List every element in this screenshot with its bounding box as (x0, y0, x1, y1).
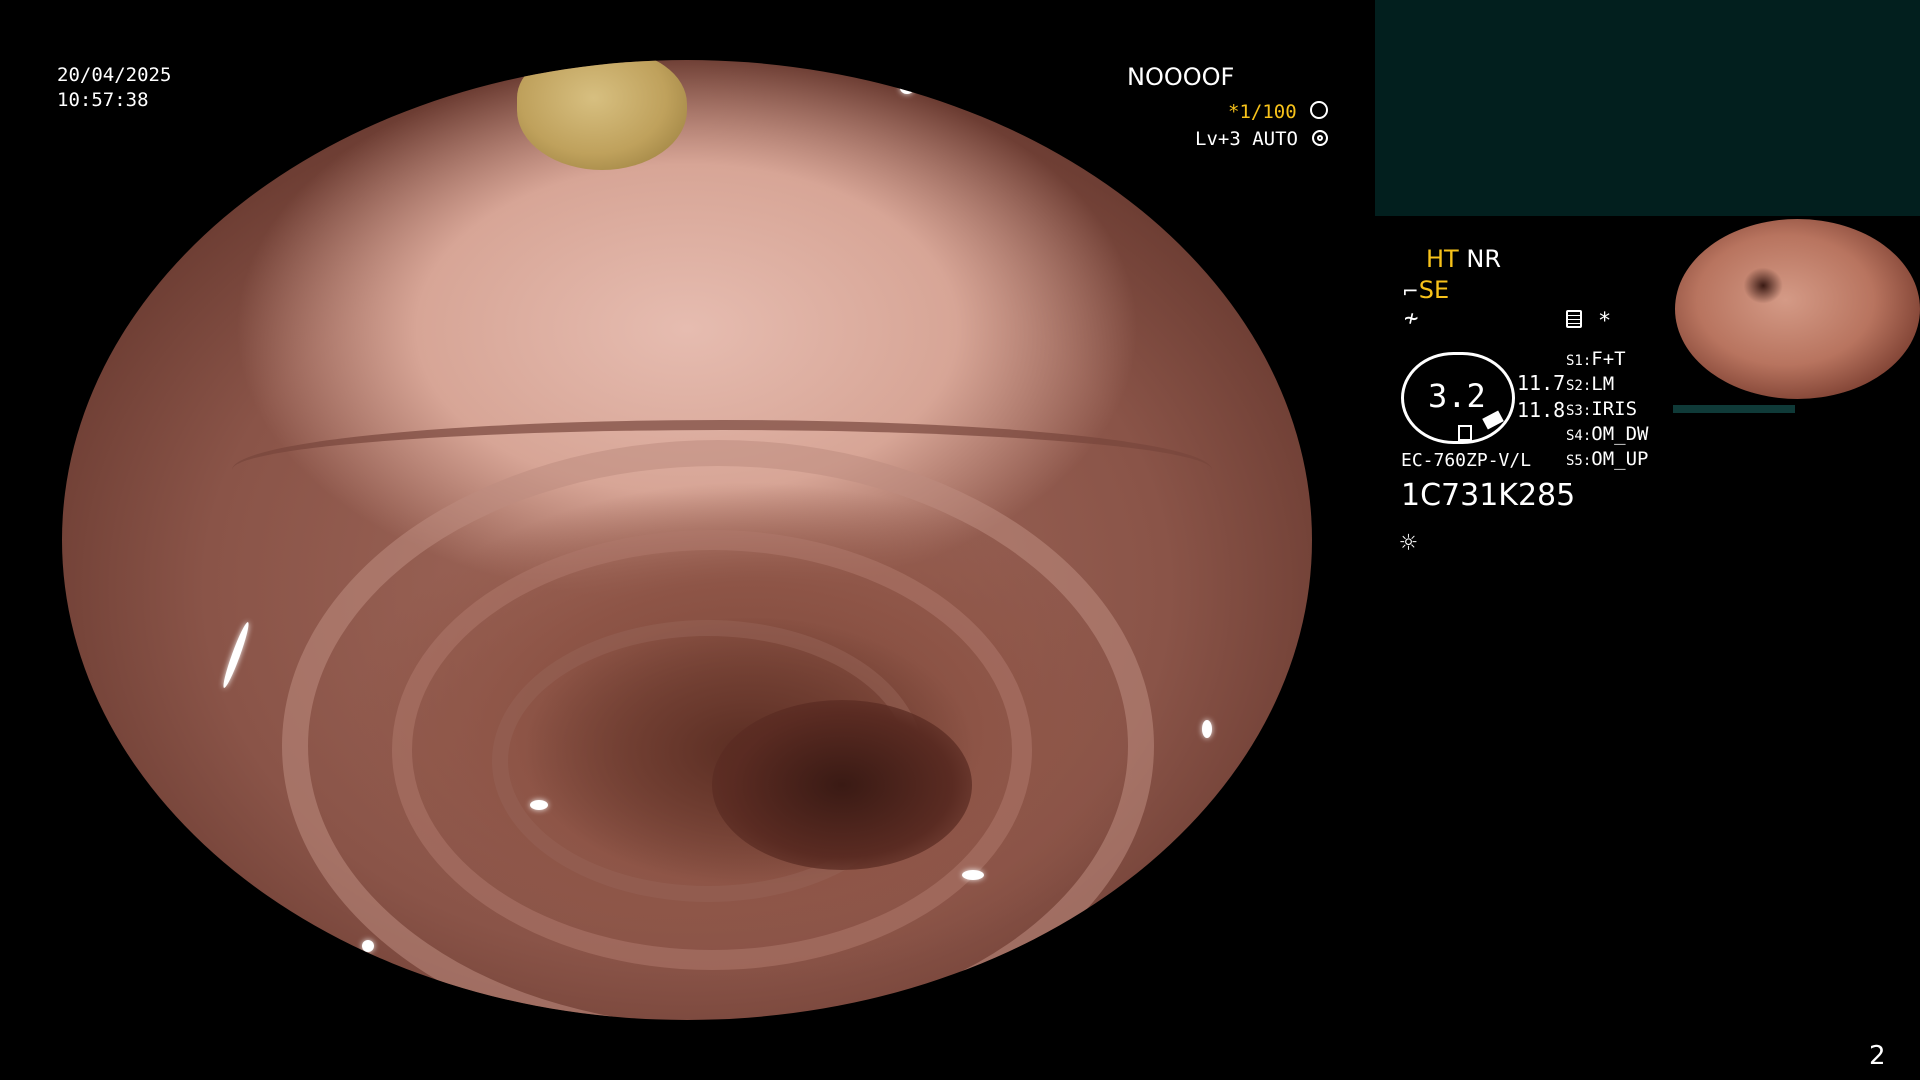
info-panel-box (1375, 0, 1920, 216)
stool-residue (517, 60, 687, 170)
thumbnail-endoscopic-view (1675, 219, 1920, 399)
thumbnail-image (1673, 217, 1920, 402)
mode-row-2: ⌐SE (1402, 276, 1449, 304)
specular-highlight (220, 620, 252, 690)
freeze-icon: ≁ (1404, 304, 1419, 332)
switch-row: S2:LM (1566, 373, 1615, 395)
memory-icon (1566, 310, 1582, 328)
zoom-bottom: 11.8 (1517, 398, 1566, 422)
specular-highlight (362, 940, 374, 952)
endoscopic-image (62, 60, 1312, 1020)
se-mode: SE (1418, 276, 1450, 304)
switch-row: S1:F+T (1566, 348, 1626, 370)
specular-highlight (530, 800, 548, 810)
time-readout: 10:57:38 (57, 89, 149, 111)
date-readout: 20/04/2025 (57, 64, 172, 86)
zoom-top: 11.7 (1517, 371, 1566, 395)
specular-highlight (1202, 720, 1212, 738)
colon-lumen (712, 700, 972, 870)
ht-mode: HT (1426, 245, 1459, 273)
iris-icon (1311, 130, 1328, 146)
nr-mode: NR (1466, 245, 1501, 273)
stiffness-icon: ⌐ (1402, 279, 1419, 303)
page-number: 2 (1869, 1041, 1886, 1071)
scope-serial: 1C731K285 (1401, 478, 1576, 513)
mode-row-1: HT NR (1426, 245, 1501, 273)
specular-highlight (962, 870, 984, 880)
switch-row: S5:OM_UP (1566, 448, 1649, 470)
specular-highlight (1010, 98, 1036, 116)
specular-highlight (900, 82, 914, 94)
patient-code: NOOOOF (1127, 63, 1235, 91)
zoom-scale-mark (1458, 425, 1472, 441)
thumbnail-bar (1673, 405, 1795, 413)
switch-list: S1:F+T S2:LM S3:IRIS S4:OM_DW S5:OM_UP (1566, 350, 1649, 475)
scope-model: EC-760ZP-V/L (1401, 450, 1532, 471)
switch-row: S4:OM_DW (1566, 423, 1649, 445)
level-row: Lv+3 AUTO (1195, 130, 1328, 149)
level-readout: Lv+3 AUTO (1195, 128, 1298, 150)
zoom-value: 3.2 (1428, 377, 1486, 415)
switch-row: S3:IRIS (1566, 398, 1638, 420)
star-indicator: * (1598, 309, 1612, 334)
shutter-readout: *1/100 (1228, 101, 1297, 123)
shutter-icon (1310, 101, 1329, 119)
light-icon: ☼ (1400, 526, 1417, 559)
shutter-row: *1/100 (1228, 101, 1329, 123)
